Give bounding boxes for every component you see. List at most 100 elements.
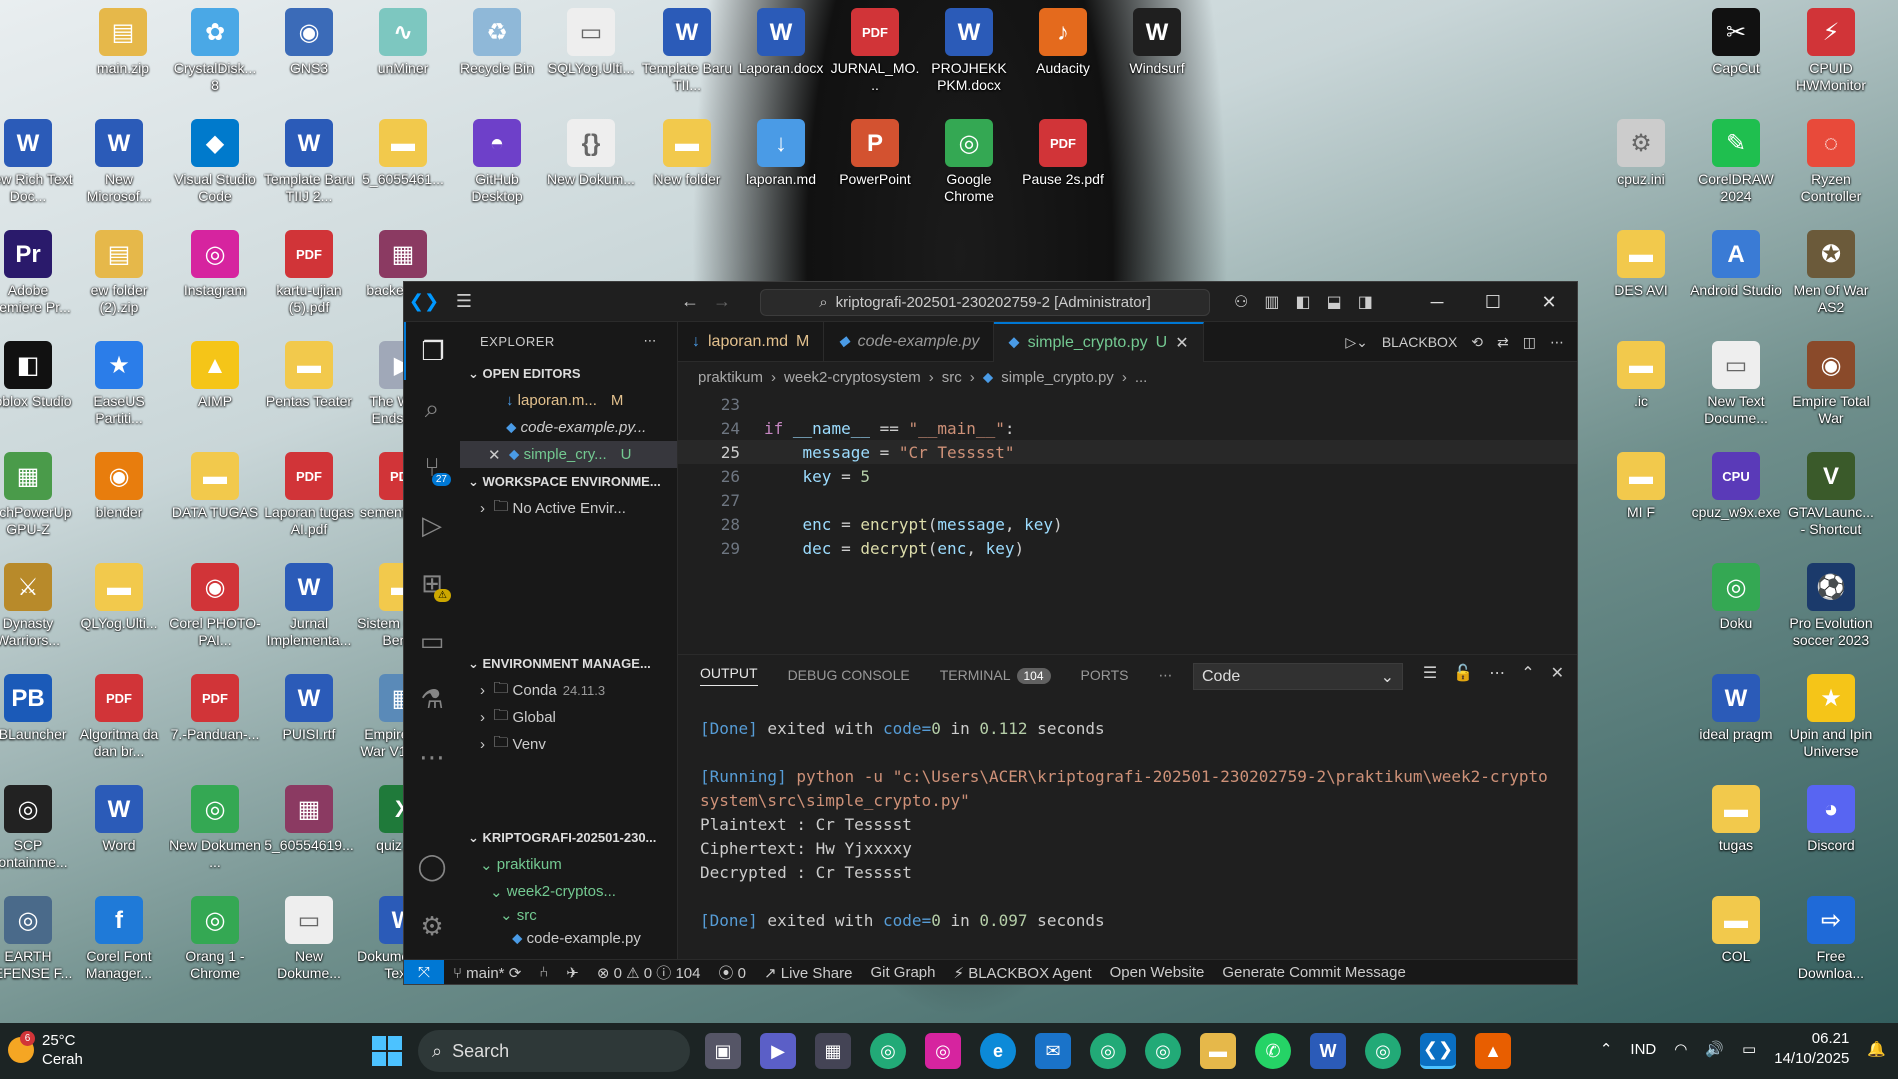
battery-icon[interactable]: ▭	[1742, 1040, 1756, 1058]
desktop-icon[interactable]: ◌ Ryzen Controller	[1785, 113, 1877, 221]
open-editors-header[interactable]: ⌄ OPEN EDITORS	[460, 360, 677, 387]
language-indicator[interactable]: IND	[1630, 1041, 1656, 1058]
more-views-icon[interactable]: ⋯	[404, 728, 460, 786]
desktop-icon[interactable]: ◓ GitHub Desktop	[451, 113, 543, 221]
tree-folder[interactable]: ⌄ praktikum	[460, 851, 677, 878]
tree-folder[interactable]: ⌄ week2-cryptos...	[460, 878, 677, 905]
desktop-icon[interactable]: W Windsurf	[1111, 2, 1203, 110]
blackbox-button[interactable]: BLACKBOX	[1382, 334, 1457, 350]
edge-icon[interactable]: e	[980, 1033, 1016, 1069]
desktop-icon[interactable]: PDF kartu-ujian (5).pdf	[263, 224, 355, 332]
workspace-env-item[interactable]: › 🗀 No Active Envir...	[460, 495, 677, 522]
desktop-icon[interactable]: Pr Adobe Premiere Pr...	[0, 224, 74, 332]
desktop-icon[interactable]: A Android Studio	[1690, 224, 1782, 332]
desktop-icon[interactable]: CPU cpuz_w9x.exe	[1690, 446, 1782, 554]
more-actions-icon[interactable]: ⋯	[644, 333, 658, 349]
more-actions-icon[interactable]: ⋯	[1550, 334, 1564, 351]
close-window-button[interactable]: ✕	[1521, 282, 1577, 322]
desktop-icon[interactable]: ∿ unMiner	[357, 2, 449, 110]
vlc-icon[interactable]: ▲	[1475, 1033, 1511, 1069]
menu-icon[interactable]: ☰	[444, 282, 484, 322]
desktop-icon[interactable]: W PUISI.rtf	[263, 668, 355, 776]
desktop-icon[interactable]: PDF JURNAL_MO...	[829, 2, 921, 110]
desktop-icon[interactable]: W Template Baru TII...	[641, 2, 733, 110]
output-channel-select[interactable]: Code ⌄	[1193, 663, 1403, 690]
desktop-icon[interactable]: ▭ New Text Docume...	[1690, 335, 1782, 443]
toggle-panel-icon[interactable]: ⬓	[1327, 292, 1342, 312]
breadcrumb-item[interactable]: simple_crypto.py	[1001, 369, 1114, 386]
desktop-icon[interactable]: W Word	[73, 779, 165, 887]
minimize-button[interactable]: ─	[1409, 282, 1465, 322]
search-view-icon[interactable]: ⌕	[404, 380, 460, 438]
close-panel-icon[interactable]: ✕	[1551, 663, 1564, 683]
open-editor-item[interactable]: ⬥ code-example.py...	[460, 414, 677, 441]
maximize-button[interactable]: ☐	[1465, 282, 1521, 322]
desktop-icon[interactable]: ⚔ Dynasty Warriors...	[0, 557, 74, 665]
file-explorer-icon[interactable]: ▬	[1200, 1033, 1236, 1069]
tab-debug-console[interactable]: DEBUG CONSOLE	[788, 667, 910, 683]
open-editor-item[interactable]: ↓ laporan.m... M	[460, 387, 677, 414]
tree-file[interactable]: ⬥ code-example.py	[460, 925, 677, 952]
desktop-icon[interactable]: Wideal pragm	[1690, 668, 1782, 776]
desktop-icon[interactable]: ⚽ Pro Evolution soccer 2023	[1785, 557, 1877, 665]
desktop-icon[interactable]: PDF Algoritma da dan br...	[73, 668, 165, 776]
desktop-icon[interactable]: ◉ Empire Total War	[1785, 335, 1877, 443]
customize-layout-icon[interactable]: ▥	[1264, 292, 1279, 312]
source-control-icon[interactable]: ⑂ 27	[404, 438, 460, 496]
desktop-icon[interactable]: ♪ Audacity	[1017, 2, 1109, 110]
desktop-icon[interactable]: ◉ Corel PHOTO-PAI...	[169, 557, 261, 665]
desktop-icon[interactable]: ◎ Orang 1 - Chrome	[169, 890, 261, 998]
accounts-icon[interactable]: ◯	[404, 837, 460, 895]
clear-output-icon[interactable]: ☰	[1423, 663, 1437, 683]
calculator-icon[interactable]: ▦	[815, 1033, 851, 1069]
breadcrumb-item[interactable]: praktikum	[698, 369, 763, 386]
desktop-icon[interactable]: ✿ CrystalDisk... 8	[169, 2, 261, 110]
notification-bell-icon[interactable]: 🔔	[1867, 1040, 1886, 1058]
code-line[interactable]: 25 message = "Cr Tesssst"	[678, 440, 1577, 464]
desktop-icon[interactable]: ▲ AIMP	[169, 335, 261, 443]
settings-gear-icon[interactable]: ⚙	[404, 897, 460, 955]
blackbox-agent-button[interactable]: ⚡ BLACKBOX Agent	[945, 964, 1101, 982]
open-website-button[interactable]: Open Website	[1101, 964, 1214, 981]
desktop-icon[interactable]: W New Rich Text Doc...	[0, 113, 74, 221]
desktop-icon[interactable]: ◎ EARTH DEFENSE F...	[0, 890, 74, 998]
desktop-icon[interactable]: ▦ 5_60554619...	[263, 779, 355, 887]
desktop-icon[interactable]: {} New Dokum...	[545, 113, 637, 221]
chrome-profile-icon[interactable]: ◎	[1145, 1033, 1181, 1069]
code-line[interactable]: 26 key = 5	[678, 464, 1577, 488]
tab-code-example[interactable]: ⬥ code-example.py	[824, 322, 995, 362]
history-icon[interactable]: ⟲	[1471, 334, 1483, 351]
desktop-icon[interactable]: ▬ Pentas Teater	[263, 335, 355, 443]
env-item[interactable]: › 🗀 Venv	[460, 731, 677, 758]
code-line[interactable]: 27	[678, 488, 1577, 512]
ports-status[interactable]: ⦿ 0	[709, 962, 755, 983]
run-debug-icon[interactable]: ▷	[404, 496, 460, 554]
desktop-icon[interactable]: ▬ New folder	[641, 113, 733, 221]
desktop-icon[interactable]: ↓ laporan.md	[735, 113, 827, 221]
lock-icon[interactable]: 🔓	[1453, 663, 1473, 683]
sync-icon[interactable]: ✈	[557, 964, 588, 982]
desktop-icon[interactable]: ◕ Discord	[1785, 779, 1877, 887]
close-icon[interactable]: ✕	[488, 446, 509, 464]
desktop-icon[interactable]: P PowerPoint	[829, 113, 921, 221]
desktop-icon[interactable]: ▬ tugas	[1690, 779, 1782, 887]
desktop-icon[interactable]: ◎ SCP Containme...	[0, 779, 74, 887]
desktop-icon[interactable]: PDF Laporan tugas AI.pdf	[263, 446, 355, 554]
desktop-icon[interactable]: ▭ SQLYog.Ulti...	[545, 2, 637, 110]
code-line[interactable]: 23	[678, 392, 1577, 416]
vscode-taskbar-icon[interactable]: ❮❯	[1420, 1033, 1456, 1069]
desktop-icon[interactable]: ◧ Roblox Studio	[0, 335, 74, 443]
env-item[interactable]: › 🗀 Global	[460, 704, 677, 731]
tab-output[interactable]: OUTPUT	[700, 665, 758, 686]
generate-commit-button[interactable]: Generate Commit Message	[1213, 964, 1414, 981]
desktop-icon[interactable]: ▤ main.zip	[77, 2, 169, 110]
desktop-icon[interactable]: ▬ COL	[1690, 890, 1782, 998]
code-line[interactable]: 28 enc = encrypt(message, key)	[678, 512, 1577, 536]
tab-ports[interactable]: PORTS	[1081, 667, 1129, 683]
mail-icon[interactable]: ✉	[1035, 1033, 1071, 1069]
tab-terminal[interactable]: TERMINAL 104	[940, 667, 1051, 684]
desktop-icon[interactable]: ▤ ew folder (2).zip	[73, 224, 165, 332]
desktop-icon[interactable]: ◆ Visual Studio Code	[169, 113, 261, 221]
breadcrumb-item[interactable]: ...	[1135, 369, 1148, 386]
maximize-panel-icon[interactable]: ⌃	[1521, 663, 1534, 683]
